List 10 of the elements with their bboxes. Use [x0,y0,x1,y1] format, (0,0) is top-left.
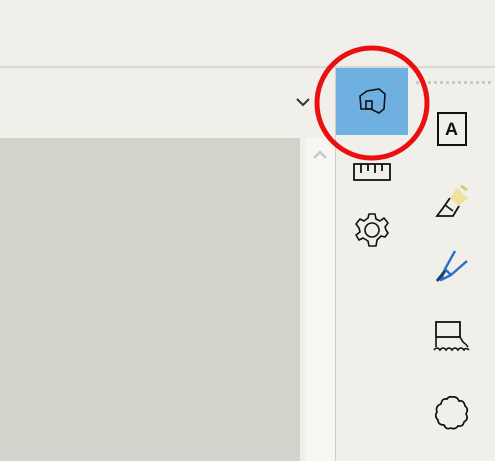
highlighter-icon [432,184,470,218]
ruler-icon [353,163,391,181]
scrollbar[interactable] [305,138,335,461]
shape-tool-icon [357,88,387,116]
tool-button[interactable] [336,68,408,135]
chevron-down-icon[interactable] [296,98,310,107]
flower-icon [432,394,470,432]
text-tool-button[interactable]: A [436,112,466,146]
grip-handle[interactable] [416,81,491,84]
settings-icon [353,211,391,249]
